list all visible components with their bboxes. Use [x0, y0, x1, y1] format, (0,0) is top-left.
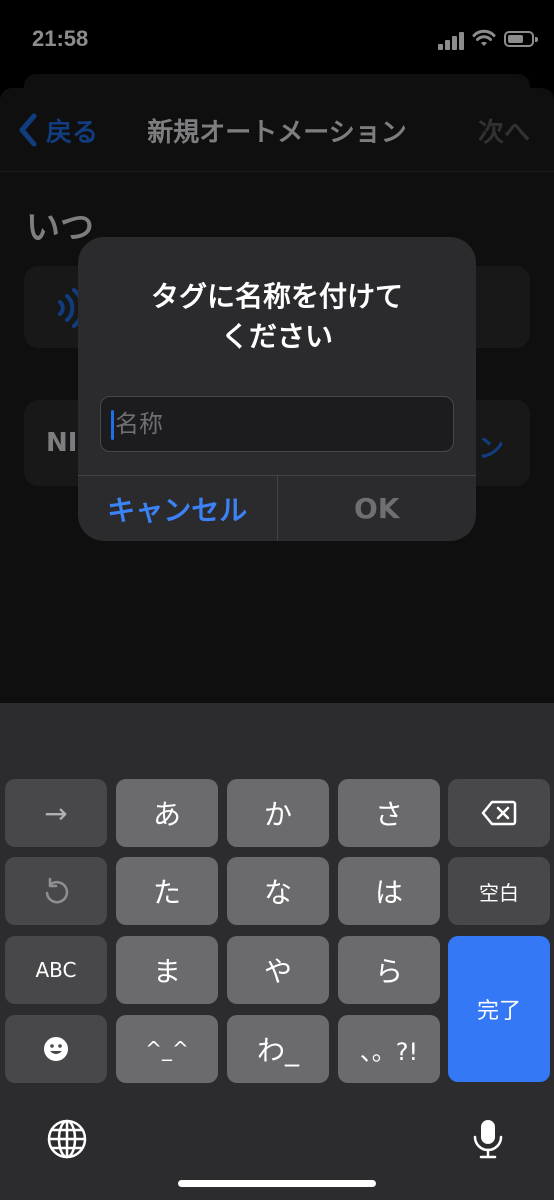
key-a[interactable]: あ [116, 779, 218, 847]
undo-icon [45, 877, 69, 904]
key-punctuation[interactable]: 、。?! [338, 1015, 440, 1083]
alert-title-line1: タグに名称を付けて [150, 280, 403, 313]
key-ya[interactable]: や [227, 936, 329, 1004]
name-tag-alert: タグに名称を付けて ください キャンセル OK [78, 237, 476, 541]
japanese-kana-keyboard: → あ か さ た な は 空白 ABC ま や ら 完了 ^_^ わ_ 、。?… [0, 703, 554, 1200]
globe-icon[interactable] [45, 1117, 89, 1161]
key-ha[interactable]: は [338, 857, 440, 925]
key-space[interactable]: 空白 [448, 857, 550, 925]
text-caret [111, 410, 114, 440]
key-emoji[interactable] [5, 1015, 107, 1083]
alert-title: タグに名称を付けて ください [98, 277, 456, 357]
ok-button[interactable]: OK [278, 476, 477, 541]
key-ma[interactable]: ま [116, 936, 218, 1004]
tag-name-input[interactable] [115, 397, 445, 451]
microphone-icon[interactable] [466, 1117, 510, 1161]
emoji-icon [44, 1037, 68, 1061]
alert-title-line2: ください [220, 320, 333, 353]
key-delete[interactable] [448, 779, 550, 847]
alert-buttons: キャンセル OK [78, 475, 476, 541]
home-indicator[interactable] [178, 1180, 376, 1187]
key-ka[interactable]: か [227, 779, 329, 847]
tag-name-input-wrapper[interactable] [100, 396, 454, 452]
key-abc[interactable]: ABC [5, 936, 107, 1004]
key-arrow[interactable]: → [5, 779, 107, 847]
cancel-button[interactable]: キャンセル [78, 476, 278, 541]
key-kaomoji[interactable]: ^_^ [116, 1015, 218, 1083]
done-key[interactable]: 完了 [448, 936, 550, 1082]
key-sa[interactable]: さ [338, 779, 440, 847]
key-wa[interactable]: わ_ [227, 1015, 329, 1083]
key-undo[interactable] [5, 857, 107, 925]
key-ta[interactable]: た [116, 857, 218, 925]
key-ra[interactable]: ら [338, 936, 440, 1004]
key-na[interactable]: な [227, 857, 329, 925]
delete-icon [481, 800, 517, 826]
